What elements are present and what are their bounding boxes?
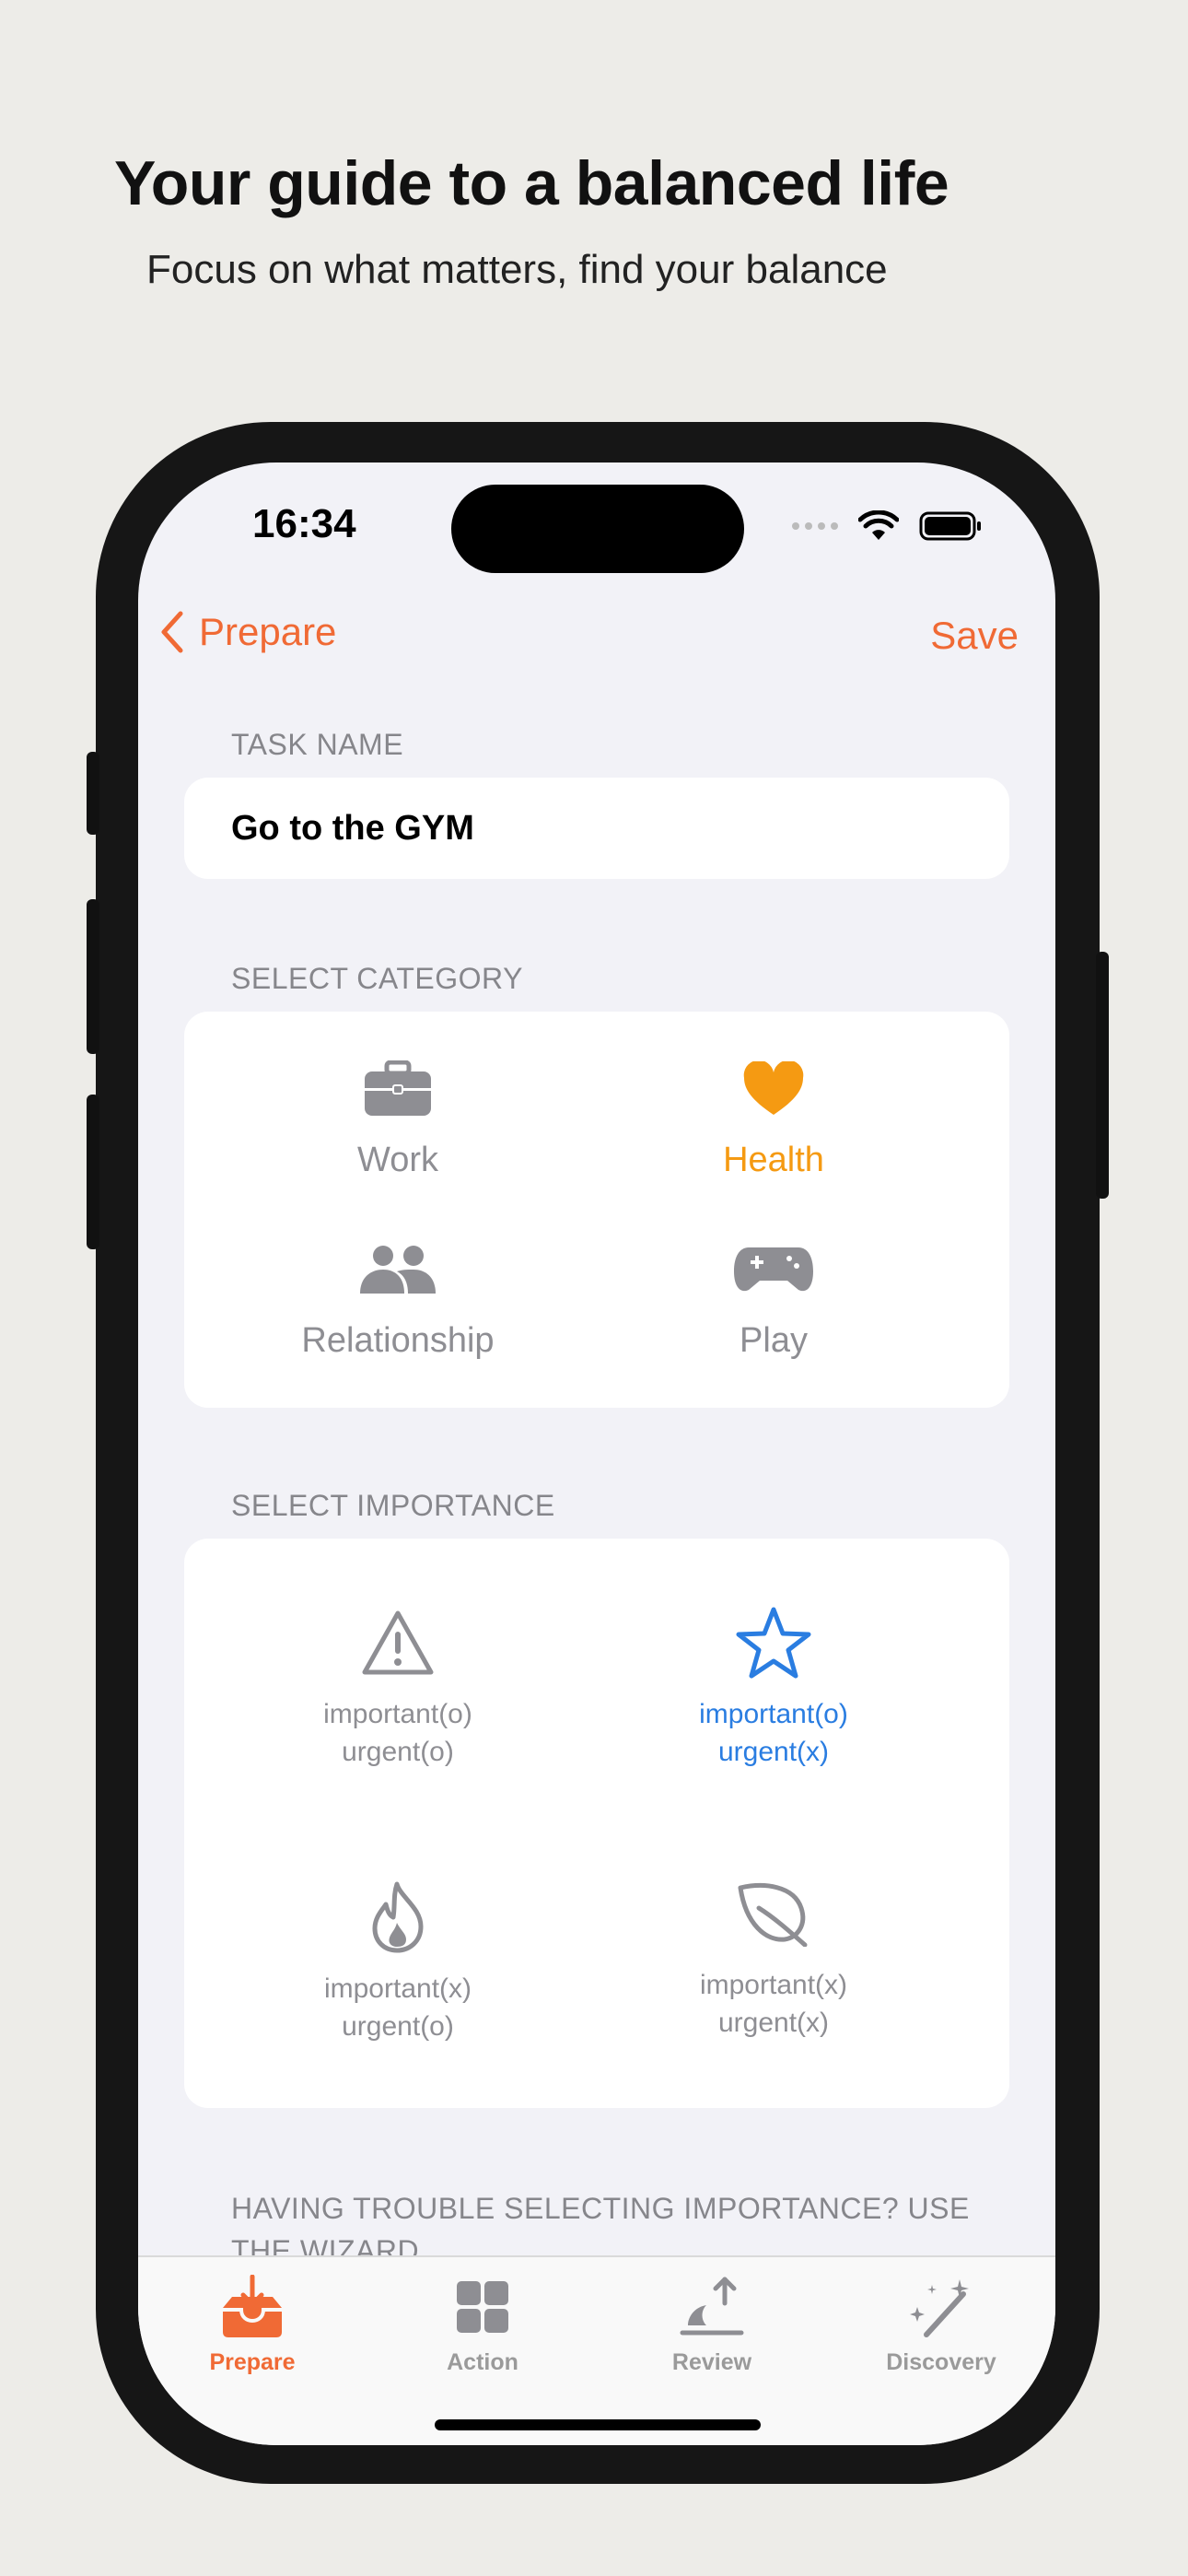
importance-line2: urgent(x) [717,1737,830,1767]
category-label: Health [723,1141,824,1179]
status-time: 16:34 [252,501,356,546]
battery-icon [919,511,981,541]
status-icons [792,510,984,542]
importance-line1: important(x) [699,1970,848,2000]
signal-dots-icon [792,522,838,530]
category-card: Work Health Relationship Play [184,1012,1009,1408]
tab-review[interactable]: Review [620,2270,804,2376]
importance-option-not-important-not-urgent[interactable]: important(x) urgent(x) [626,1872,921,2042]
magic-wand-icon [910,2279,969,2337]
importance-line1: important(o) [699,1699,848,1729]
category-health[interactable]: Health [635,1052,912,1180]
leaf-icon [738,1883,808,1947]
tab-prepare[interactable]: Prepare [160,2270,344,2376]
select-category-label: SELECT CATEGORY [231,962,523,995]
warning-icon [362,1610,434,1675]
hero-title: Your guide to a balanced life [114,148,949,218]
gamepad-icon [734,1247,813,1292]
tab-bar: Prepare Action Review Discovery [138,2255,1055,2445]
grid-icon [457,2281,508,2333]
importance-line1: important(x) [323,1973,472,2004]
category-label: Relationship [301,1321,495,1360]
importance-line2: urgent(o) [342,2011,454,2042]
category-label: Play [740,1321,808,1360]
task-name-label: TASK NAME [231,728,404,761]
back-button[interactable]: Prepare [158,610,336,654]
importance-label: important(x) urgent(x) [626,1966,921,2042]
dynamic-island [451,485,744,573]
tab-action[interactable]: Action [390,2270,575,2376]
power-button [1096,952,1109,1199]
tab-label: Prepare [209,2349,296,2375]
importance-option-not-important-urgent[interactable]: important(x) urgent(o) [250,1876,545,2045]
importance-label: important(o) urgent(x) [626,1695,921,1771]
importance-label: important(x) urgent(o) [250,1970,545,2045]
back-label: Prepare [199,610,337,653]
people-icon [360,1246,436,1294]
save-button[interactable]: Save [930,614,1019,658]
star-icon [736,1607,811,1679]
importance-line2: urgent(x) [717,2008,830,2038]
select-importance-label: SELECT IMPORTANCE [231,1489,555,1522]
briefcase-icon [365,1060,431,1116]
category-relationship[interactable]: Relationship [260,1233,536,1361]
inbox-icon [223,2275,282,2337]
category-work[interactable]: Work [260,1052,536,1180]
tab-label: Review [671,2349,752,2375]
task-name-field[interactable]: Go to the GYM [184,778,1009,879]
category-play[interactable]: Play [635,1233,912,1361]
sunrise-icon [680,2277,744,2336]
heart-icon [743,1061,804,1115]
importance-option-important-not-urgent[interactable]: important(o) urgent(x) [626,1601,921,1771]
hero-subtitle: Focus on what matters, find your balance [146,247,888,292]
navigation-bar: Prepare Save [138,610,1055,665]
home-indicator [435,2419,761,2430]
phone-screen: 16:34 Prepare Save TASK NAME Go to the G… [138,463,1055,2445]
importance-option-important-urgent[interactable]: important(o) urgent(o) [250,1601,545,1771]
importance-line2: urgent(o) [342,1737,454,1767]
task-name-value: Go to the GYM [231,809,474,848]
tab-label: Discovery [886,2349,996,2375]
mute-switch [87,752,99,835]
importance-line1: important(o) [323,1699,472,1729]
importance-label: important(o) urgent(o) [250,1695,545,1771]
tab-discovery[interactable]: Discovery [849,2270,1033,2376]
chevron-left-icon [161,611,183,653]
tab-label: Action [447,2349,518,2375]
category-label: Work [357,1141,438,1179]
wifi-icon [858,510,899,540]
importance-card: important(o) urgent(o) important(o) urge… [184,1539,1009,2108]
flame-icon [372,1881,424,1953]
volume-down-button [87,1095,99,1249]
volume-up-button [87,899,99,1054]
